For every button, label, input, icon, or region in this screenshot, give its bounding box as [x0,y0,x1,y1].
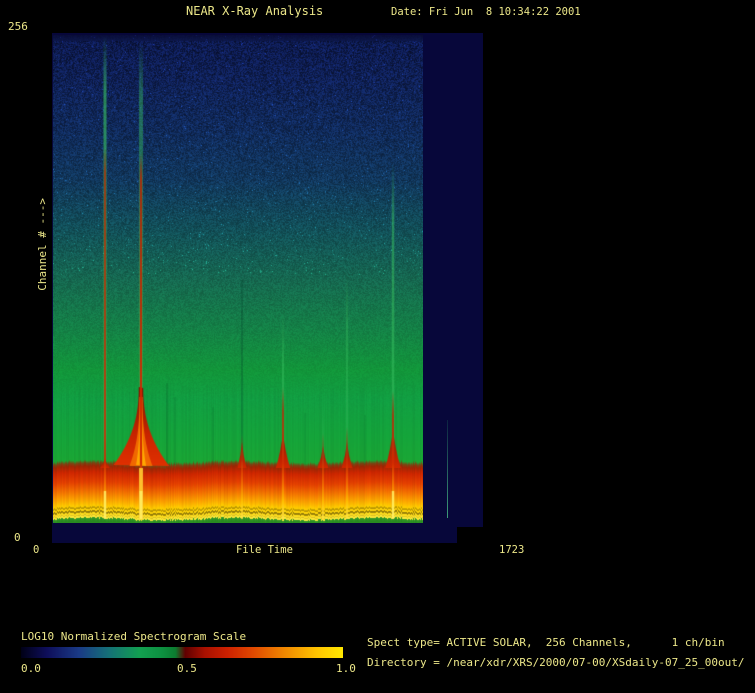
directory-line: Directory = /near/xdr/XRS/2000/07-00/XSd… [367,656,745,669]
x-axis-min-label: 0 [33,544,40,556]
y-axis-min-label: 0 [14,531,21,544]
colorbar-title: LOG10 Normalized Spectrogram Scale [21,630,247,643]
plot-area-background-strip [52,527,457,543]
y-axis-title: Channel # ---> [36,198,49,291]
near-xray-analysis-screen: { "header": { "title": "NEAR X-Ray Analy… [0,0,755,693]
colorbar-tick-min: 0.0 [21,662,41,675]
colorbar-tick-max: 1.0 [336,662,356,675]
spect-type-line: Spect type= ACTIVE SOLAR, 256 Channels, … [367,636,725,649]
spectrogram-canvas [53,35,423,523]
isolated-event-line [447,420,448,518]
x-axis-title: File Time [236,544,293,556]
colorbar-gradient [21,647,343,658]
x-axis-max-label: 1723 [499,544,525,556]
colorbar-tick-mid: 0.5 [177,662,197,675]
y-axis-max-label: 256 [8,20,28,33]
date-label: Date: Fri Jun 8 10:34:22 2001 [391,6,581,18]
page-title: NEAR X-Ray Analysis [186,4,324,18]
